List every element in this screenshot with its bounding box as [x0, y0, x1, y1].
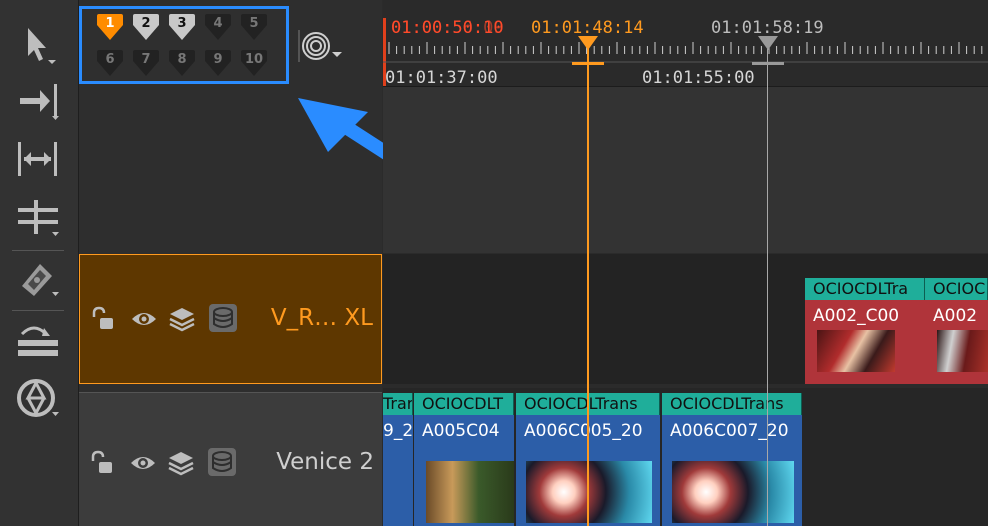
- track-link-icon[interactable]: [14, 318, 64, 362]
- tool-divider: [12, 250, 64, 251]
- layers-icon[interactable]: [168, 305, 196, 333]
- track-header-v1[interactable]: V_R… XL: [79, 254, 382, 384]
- snapshot-menu-button[interactable]: [298, 30, 346, 62]
- marker-1-button[interactable]: 1: [95, 13, 125, 41]
- tool-strip: [0, 0, 79, 526]
- lock-icon[interactable]: [88, 305, 116, 333]
- marker-label: 2: [141, 16, 151, 31]
- eye-visibility-icon[interactable]: [130, 305, 158, 333]
- in-point-timecode-overlap: 01:00:56:09: [391, 18, 504, 38]
- snap-aperture-icon[interactable]: [14, 376, 64, 420]
- lock-icon[interactable]: [87, 449, 115, 477]
- ruler-tick-label: 01:01:37:00: [385, 68, 498, 88]
- timeline-clip[interactable]: OCIOC A002: [925, 278, 988, 384]
- gray-playhead-line[interactable]: [767, 36, 768, 526]
- slide-edit-icon[interactable]: [14, 196, 64, 240]
- timeline-clip[interactable]: OCIOCDLT A005C04: [414, 393, 514, 526]
- clip-thumbnail: [526, 461, 652, 523]
- marker-label: 7: [141, 52, 151, 67]
- marker-label: 4: [213, 16, 223, 31]
- track-name: V_R… XL: [270, 305, 373, 331]
- gray-playhead-marker-icon[interactable]: [752, 36, 784, 68]
- database-storage-icon[interactable]: [208, 303, 237, 332]
- razor-blade-icon[interactable]: [14, 256, 64, 300]
- ripple-edit-icon[interactable]: [14, 80, 64, 124]
- clip-effect-label: Trar: [383, 393, 413, 415]
- marker-6-button[interactable]: 6: [95, 49, 125, 77]
- clip-effect-label: OCIOC: [925, 278, 988, 300]
- marker-label: 3: [177, 16, 187, 31]
- marker-3-button[interactable]: 3: [167, 13, 197, 41]
- orange-playhead-marker-icon[interactable]: [572, 36, 604, 68]
- clip-thumbnail: [672, 461, 794, 523]
- clip-effect-label: OCIOCDLT: [414, 393, 514, 415]
- timeline-ruler[interactable]: 01:00:50:10 01:00:56:09 01:01:48:14 01:0…: [383, 0, 988, 88]
- marker-9-button[interactable]: 9: [203, 49, 233, 77]
- clip-effect-label: OCIOCDLTrans: [662, 393, 802, 415]
- marker-label: 9: [213, 52, 223, 67]
- clip-thumbnail: [817, 330, 895, 372]
- marker-label: 1: [105, 16, 115, 31]
- eye-visibility-icon[interactable]: [129, 449, 157, 477]
- empty-track-lane[interactable]: [383, 87, 988, 253]
- marker-label: 10: [244, 52, 264, 67]
- gray-playhead-timecode: 01:01:58:19: [711, 18, 824, 38]
- ruler-tick-label: 01:01:55:00: [642, 68, 755, 88]
- clip-thumbnail: [426, 461, 514, 523]
- database-storage-icon[interactable]: [207, 447, 236, 476]
- timeline-clip[interactable]: OCIOCDLTra A002_C00: [805, 278, 925, 384]
- track-lane-v2[interactable]: Trar 9_2 OCIOCDLT A005C04 OCIOCDLTrans A…: [383, 388, 988, 526]
- marker-5-button[interactable]: 5: [239, 13, 269, 41]
- clip-name: A005C04: [422, 421, 500, 441]
- clip-name: A002_C00: [813, 306, 900, 326]
- marker-8-button[interactable]: 8: [167, 49, 197, 77]
- timeline-clip[interactable]: OCIOCDLTrans A006C007_20: [662, 393, 802, 526]
- layers-icon[interactable]: [167, 449, 195, 477]
- select-arrow-icon[interactable]: [14, 24, 64, 68]
- marker-label: 6: [105, 52, 115, 67]
- track-header-v2[interactable]: Venice 2: [79, 392, 382, 526]
- marker-10-button[interactable]: 10: [239, 49, 269, 77]
- marker-label: 5: [249, 16, 259, 31]
- clip-name: 9_2: [383, 421, 413, 441]
- clip-thumbnail: [937, 330, 988, 372]
- marker-panel: 1 2 3 4 5 6 7 8 9 10: [79, 6, 289, 84]
- clip-name: A006C005_20: [524, 421, 643, 441]
- clip-name: A002: [933, 306, 978, 326]
- timeline-clip[interactable]: Trar 9_2: [383, 393, 413, 526]
- track-name: Venice 2: [276, 449, 374, 475]
- marker-4-button[interactable]: 4: [203, 13, 233, 41]
- marker-2-button[interactable]: 2: [131, 13, 161, 41]
- track-lane-v1[interactable]: OCIOCDLTra A002_C00 OCIOC A002: [383, 254, 988, 384]
- marker-7-button[interactable]: 7: [131, 49, 161, 77]
- clip-name: A006C007_20: [670, 421, 789, 441]
- orange-playhead-timecode: 01:01:48:14: [531, 18, 644, 38]
- tool-divider: [12, 310, 64, 311]
- clip-effect-label: OCIOCDLTra: [805, 278, 925, 300]
- slip-edit-icon[interactable]: [14, 138, 64, 182]
- orange-playhead-line[interactable]: [587, 36, 589, 526]
- marker-label: 8: [177, 52, 187, 67]
